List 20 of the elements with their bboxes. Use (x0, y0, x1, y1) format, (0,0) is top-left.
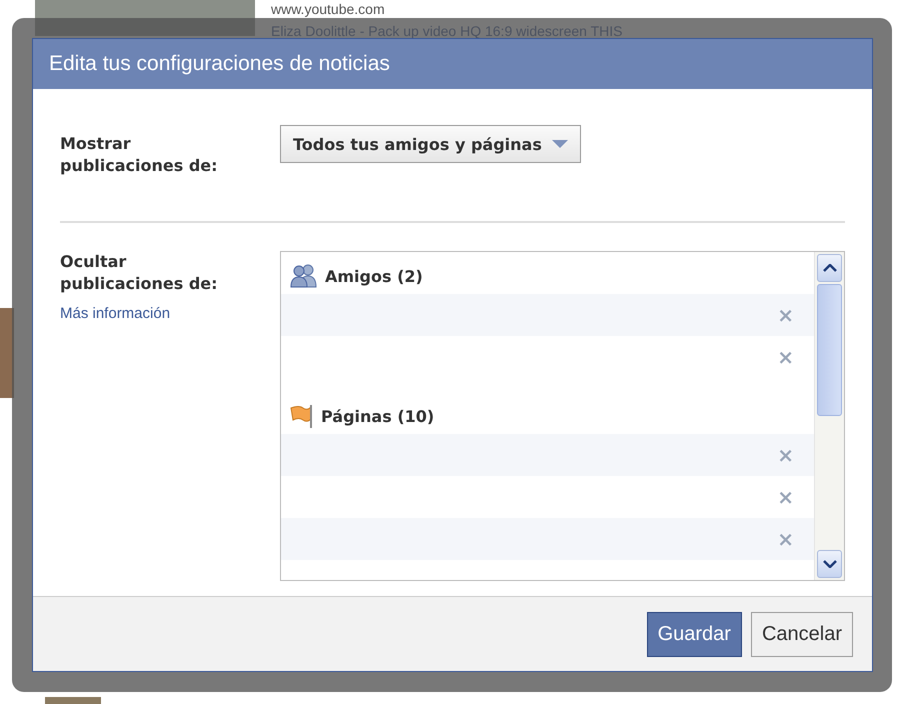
people-icon (289, 264, 319, 288)
remove-button[interactable]: × (775, 487, 796, 507)
link-text[interactable]: www.youtube.com (271, 1, 622, 17)
group-heading: Amigos (2) (325, 266, 423, 286)
dialog-title: Edita tus configuraciones de noticias (49, 52, 390, 76)
scroll-up-icon[interactable] (817, 254, 842, 282)
scroll-thumb[interactable] (817, 284, 842, 416)
photo-placeholder (45, 697, 101, 704)
scroll-down-icon[interactable] (817, 550, 842, 578)
remove-button[interactable]: × (775, 347, 796, 367)
caret-icon (552, 140, 568, 148)
flag-icon (289, 403, 315, 429)
field-label: Ocultar publicaciones de: (60, 251, 219, 295)
cancel-button[interactable]: Cancelar (750, 612, 853, 656)
more-info-link[interactable]: Más información (60, 305, 280, 322)
field-label: Mostrar publicaciones de: (60, 133, 219, 177)
scrollbar[interactable] (814, 252, 844, 580)
save-button[interactable]: Guardar (646, 612, 742, 656)
group-heading: Páginas (10) (321, 406, 434, 426)
filter-dropdown[interactable]: Todos tus amigos y páginas (280, 125, 581, 163)
